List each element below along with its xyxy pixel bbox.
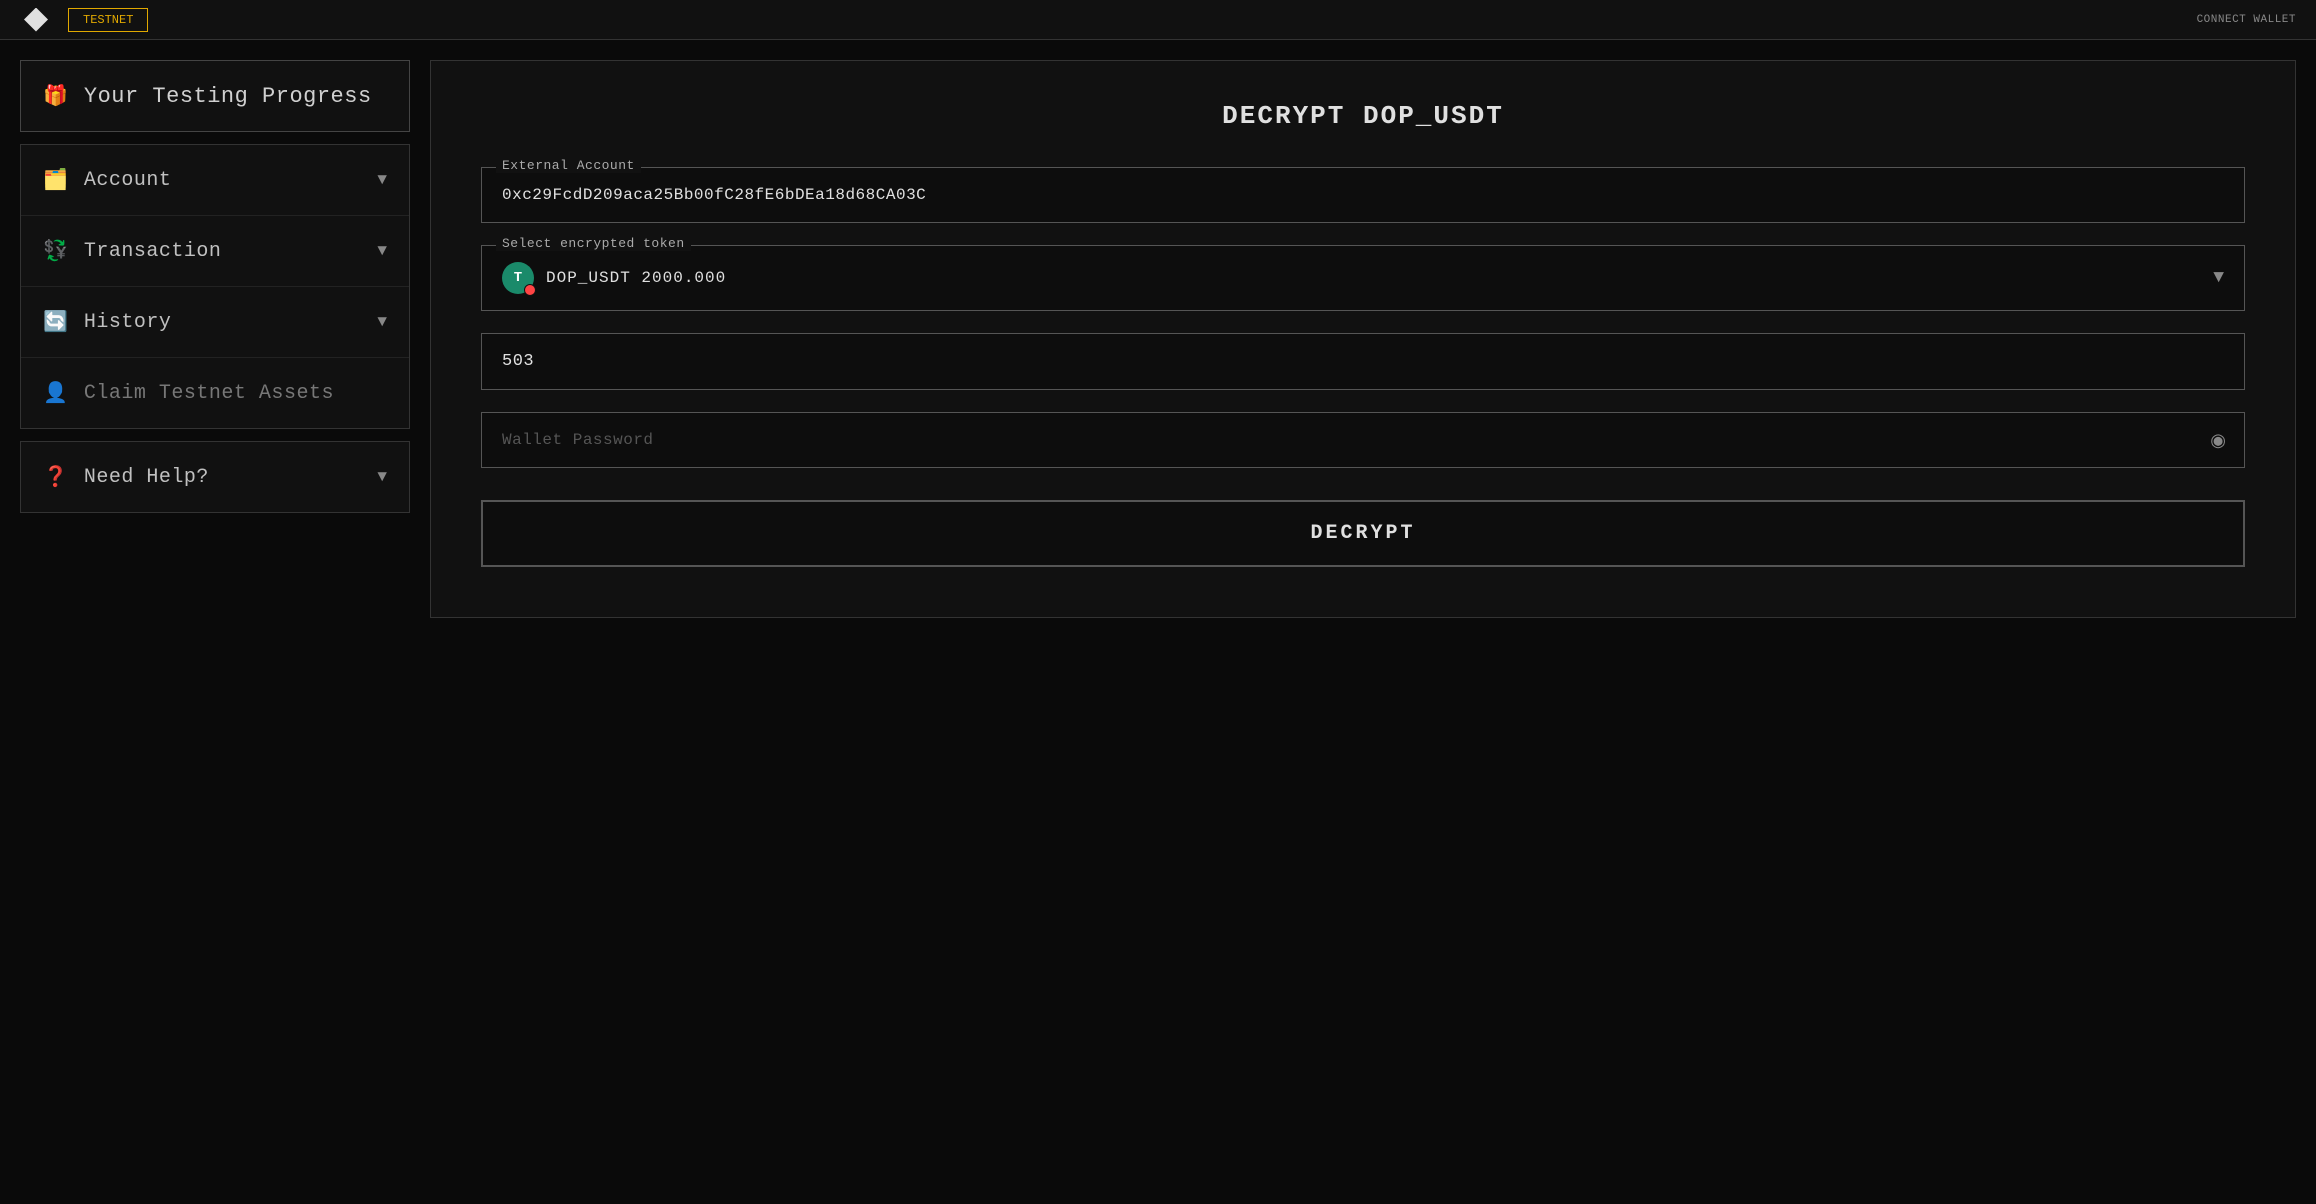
- claim-icon: 👤: [43, 380, 68, 406]
- sidebar-item-history[interactable]: 🔄 History ▼: [21, 287, 409, 358]
- account-label: Account: [84, 169, 172, 192]
- password-wrapper: ◉: [481, 412, 2245, 468]
- toggle-password-button[interactable]: ◉: [2192, 430, 2244, 451]
- external-account-label: External Account: [496, 158, 641, 173]
- transaction-chevron-icon: ▼: [377, 242, 387, 260]
- transaction-icon: 💱: [43, 238, 68, 264]
- token-icon-badge: [524, 284, 536, 296]
- token-select-chevron-icon: ▼: [2213, 268, 2224, 288]
- transaction-label: Transaction: [84, 240, 222, 263]
- token-select-button[interactable]: T DOP_USDT 2000.000 ▼: [482, 246, 2244, 310]
- token-select-wrapper: Select encrypted token T DOP_USDT 2000.0…: [481, 245, 2245, 311]
- password-field: ◉: [481, 412, 2245, 468]
- history-label: History: [84, 311, 172, 334]
- external-account-wrapper: External Account: [481, 167, 2245, 223]
- connect-wallet-button[interactable]: CONNECT WALLET: [2197, 14, 2296, 26]
- testing-progress-icon: 🎁: [43, 83, 68, 109]
- testnet-nav-button[interactable]: TESTNET: [68, 8, 148, 32]
- external-account-input[interactable]: [482, 168, 2244, 222]
- token-icon: T: [502, 262, 534, 294]
- amount-wrapper: [481, 333, 2245, 390]
- history-icon: 🔄: [43, 309, 68, 335]
- history-left: 🔄 History: [43, 309, 171, 335]
- top-bar-left: TESTNET: [20, 4, 148, 36]
- decrypt-form-panel: DECRYPT DOP_USDT External Account Select…: [430, 60, 2296, 618]
- account-left: 🗂️ Account: [43, 167, 171, 193]
- sidebar-item-testing-progress[interactable]: 🎁 Your Testing Progress: [20, 60, 410, 132]
- amount-field: [481, 333, 2245, 390]
- help-icon: ❓: [43, 464, 68, 490]
- claim-left: 👤 Claim Testnet Assets: [43, 380, 334, 406]
- password-input[interactable]: [482, 413, 2192, 467]
- sidebar-testing-left: 🎁 Your Testing Progress: [43, 83, 372, 109]
- token-select-field: Select encrypted token T DOP_USDT 2000.0…: [481, 245, 2245, 311]
- decrypt-button[interactable]: DECRYPT: [481, 500, 2245, 567]
- token-select-label: Select encrypted token: [496, 236, 691, 251]
- help-left: ❓ Need Help?: [43, 464, 209, 490]
- sidebar: 🎁 Your Testing Progress 🗂️ Account ▼ 💱 T…: [20, 60, 410, 513]
- testing-progress-label: Your Testing Progress: [84, 84, 372, 109]
- logo: [20, 4, 52, 36]
- sidebar-item-account[interactable]: 🗂️ Account ▼: [21, 145, 409, 216]
- help-chevron-icon: ▼: [377, 468, 387, 486]
- token-icon-letter: T: [514, 270, 522, 286]
- token-select-left: T DOP_USDT 2000.000: [502, 262, 726, 294]
- account-icon: 🗂️: [43, 167, 68, 193]
- main-layout: 🎁 Your Testing Progress 🗂️ Account ▼ 💱 T…: [0, 40, 2316, 1204]
- account-chevron-icon: ▼: [377, 171, 387, 189]
- transaction-left: 💱 Transaction: [43, 238, 221, 264]
- sidebar-item-help[interactable]: ❓ Need Help? ▼: [20, 441, 410, 513]
- amount-input[interactable]: [482, 334, 2244, 389]
- sidebar-item-transaction[interactable]: 💱 Transaction ▼: [21, 216, 409, 287]
- top-bar: TESTNET CONNECT WALLET: [0, 0, 2316, 40]
- help-label: Need Help?: [84, 466, 209, 489]
- claim-label: Claim Testnet Assets: [84, 382, 334, 405]
- token-name-label: DOP_USDT 2000.000: [546, 269, 726, 287]
- history-chevron-icon: ▼: [377, 313, 387, 331]
- logo-shape: [24, 8, 48, 32]
- external-account-field: External Account: [481, 167, 2245, 223]
- sidebar-group: 🗂️ Account ▼ 💱 Transaction ▼ 🔄 History ▼: [20, 144, 410, 429]
- sidebar-item-claim[interactable]: 👤 Claim Testnet Assets: [21, 358, 409, 428]
- form-title: DECRYPT DOP_USDT: [481, 101, 2245, 131]
